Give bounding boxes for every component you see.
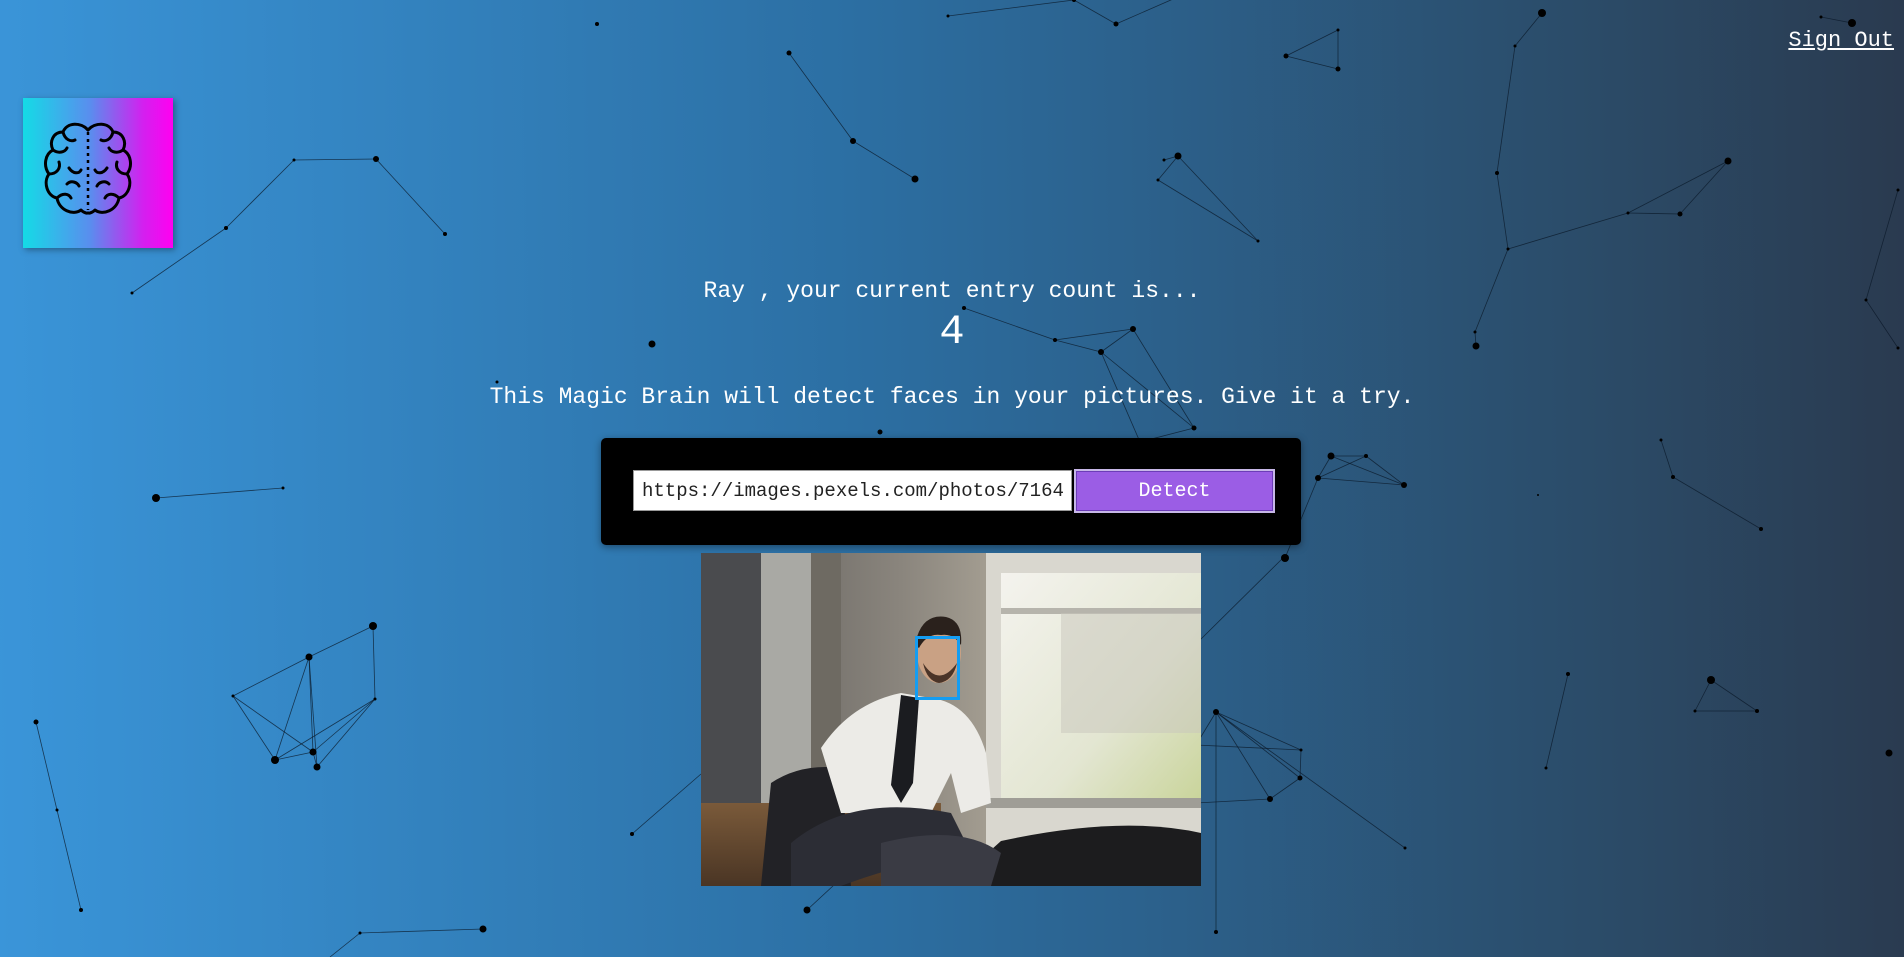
sign-out-link[interactable]: Sign Out bbox=[1788, 28, 1894, 53]
detect-button[interactable]: Detect bbox=[1074, 469, 1275, 513]
image-link-form: Detect bbox=[601, 438, 1301, 545]
brain-icon bbox=[44, 122, 132, 215]
image-url-input[interactable] bbox=[633, 470, 1072, 511]
app-logo bbox=[23, 98, 173, 248]
entry-count-value: 4 bbox=[939, 308, 965, 356]
face-bounding-box bbox=[915, 636, 960, 700]
entry-count-message: Ray , your current entry count is... bbox=[703, 278, 1201, 304]
intro-text: This Magic Brain will detect faces in yo… bbox=[489, 384, 1415, 410]
uploaded-photo bbox=[701, 553, 1201, 886]
